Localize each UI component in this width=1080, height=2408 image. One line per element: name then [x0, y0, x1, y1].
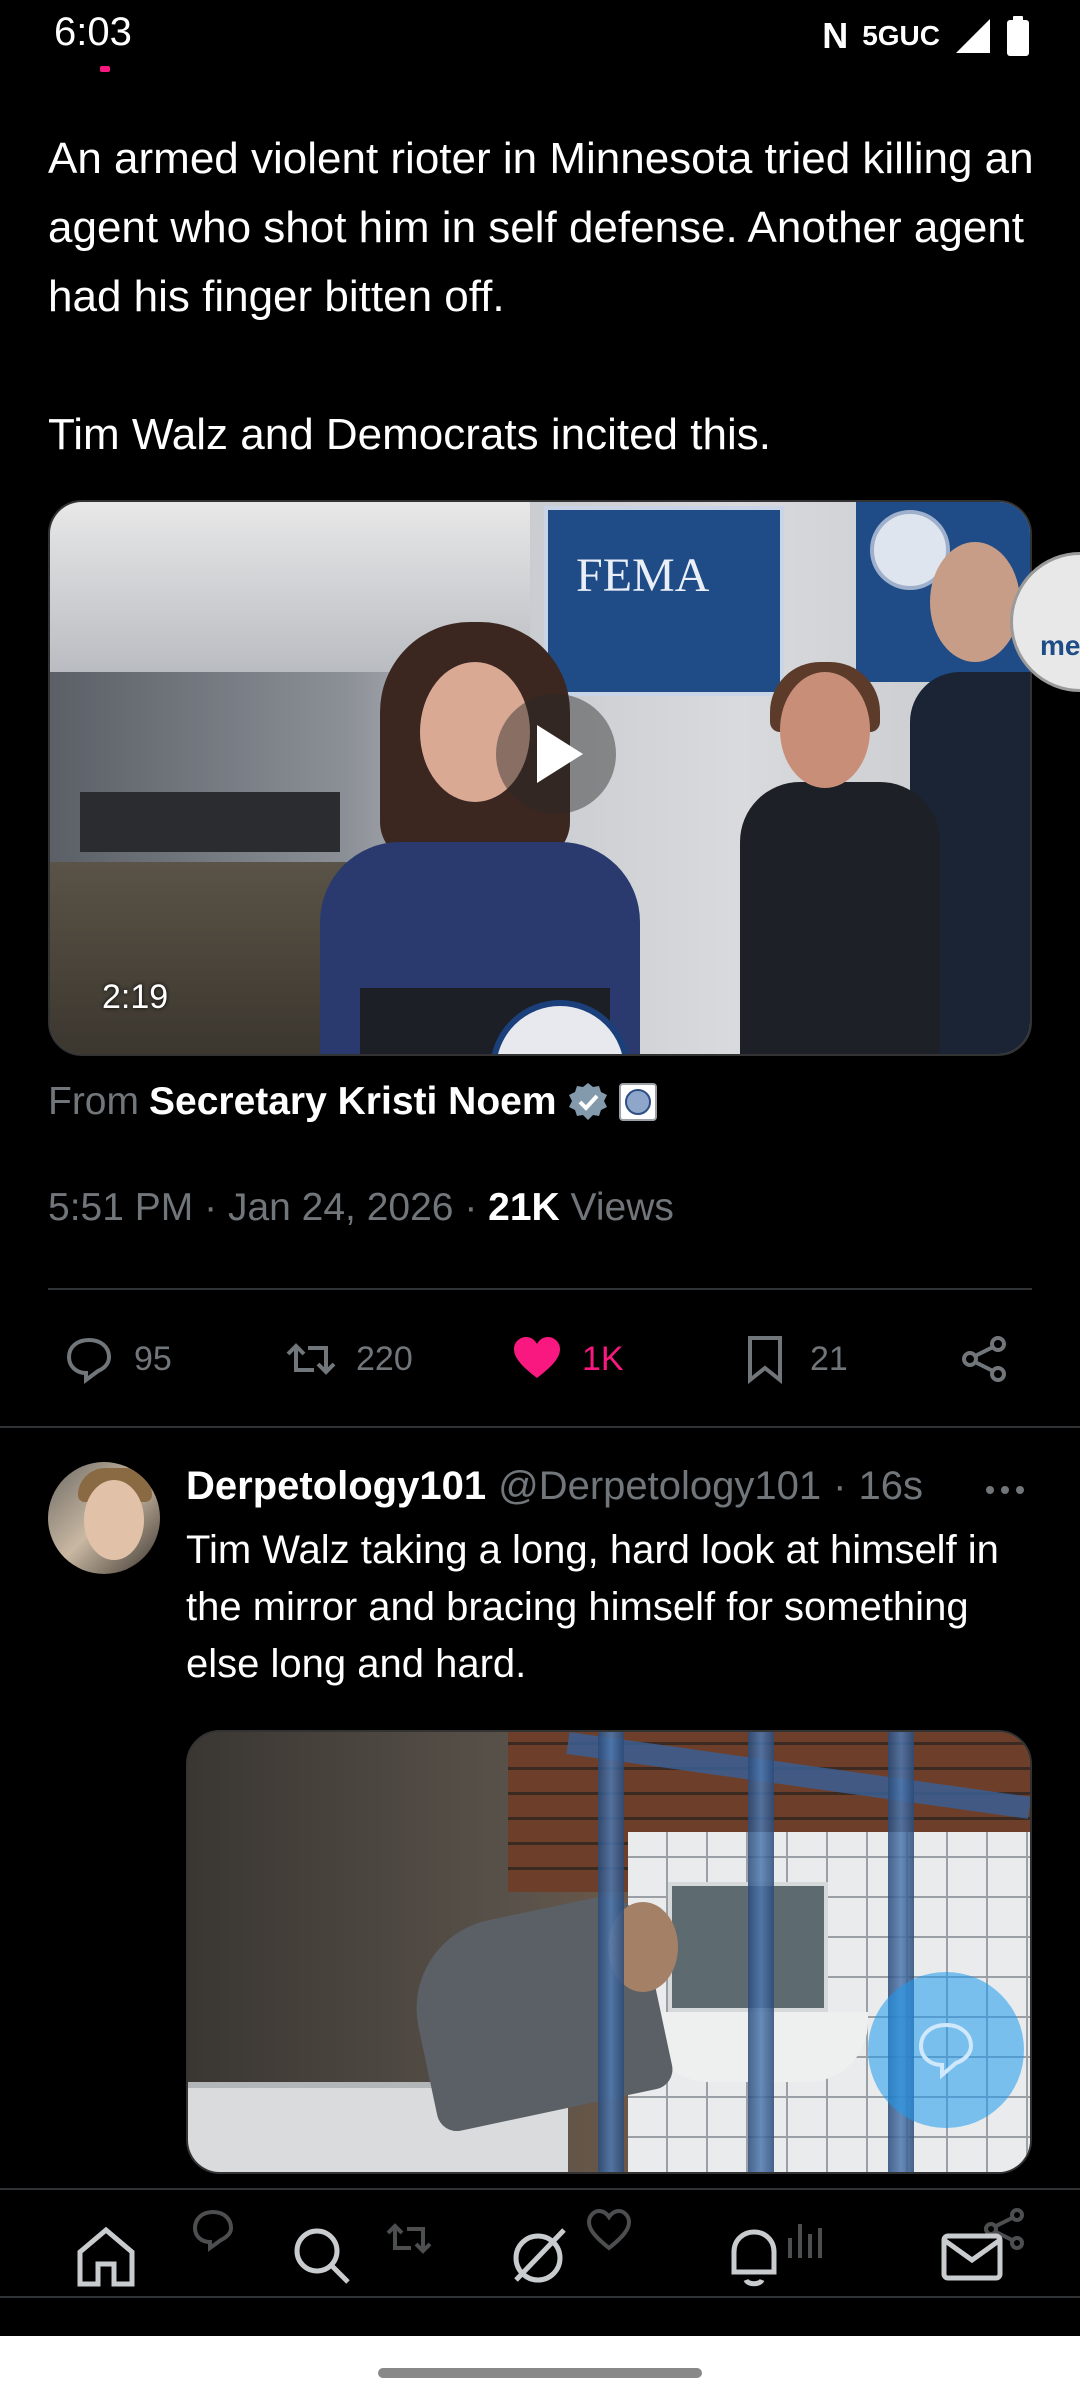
separator: ·: [204, 1186, 218, 1229]
floating-badge-text: me: [1040, 630, 1080, 661]
video-desk: [80, 792, 340, 852]
share-icon: [962, 1336, 1006, 1382]
signal-icon: [956, 19, 990, 53]
tweet-text: An armed violent rioter in Minnesota tri…: [48, 134, 1034, 459]
video-sign-text: FEMA: [576, 549, 710, 602]
repost-button[interactable]: 220: [284, 1318, 413, 1400]
repost-icon: [386, 2223, 432, 2254]
views-label: Views: [570, 1186, 674, 1229]
government-affiliation-icon: [618, 1083, 657, 1121]
reply-icon: [66, 1337, 112, 1384]
messages-icon[interactable]: [938, 2222, 1006, 2290]
source-account-link[interactable]: Secretary Kristi Noem: [149, 1080, 557, 1124]
views-count: 21K: [488, 1186, 560, 1229]
divider: [0, 2296, 1080, 2298]
heart-icon: [586, 2208, 632, 2251]
like-button[interactable]: 1K: [510, 1318, 624, 1400]
play-button[interactable]: [496, 694, 616, 814]
avatar[interactable]: [48, 1462, 160, 1574]
video-duration: 2:19: [102, 978, 169, 1016]
bookmark-icon: [748, 1336, 782, 1385]
divider: [48, 1288, 1032, 1290]
reply-author-handle[interactable]: @Derpetology101: [498, 1464, 821, 1509]
more-options-icon[interactable]: [980, 1470, 1030, 1510]
reply-button[interactable]: 95: [62, 1318, 172, 1400]
like-count: 1K: [582, 1339, 624, 1378]
reply-header: Derpetology101 @Derpetology101 · 16s: [186, 1464, 1036, 1509]
tweet-time: 5:51 PM: [48, 1186, 194, 1229]
reply-count: 95: [134, 1339, 172, 1378]
tweet-meta: 5:51 PM · Jan 24, 2026 · 21K Views: [48, 1186, 674, 1230]
status-icons: N 5GUC: [822, 14, 1030, 58]
reply-age: 16s: [858, 1464, 923, 1508]
play-icon: [537, 725, 583, 783]
status-time: 6:03: [54, 10, 132, 54]
tweet-actions: 95 220 1K 21: [48, 1318, 1032, 1400]
gesture-area: [0, 2336, 1080, 2408]
bookmark-count: 21: [810, 1339, 848, 1378]
network-label: 5GUC: [862, 20, 940, 51]
reply-text: Tim Walz taking a long, hard look at him…: [186, 1528, 999, 1686]
reply-author-name[interactable]: Derpetology101: [186, 1464, 486, 1509]
bottom-navigation: [0, 2190, 1080, 2300]
notifications-icon[interactable]: [720, 2222, 788, 2290]
video-attribution: From Secretary Kristi Noem: [48, 1080, 657, 1124]
reply-compose-icon: [918, 2022, 974, 2080]
gesture-handle[interactable]: [378, 2368, 702, 2378]
scrolled-content-remnant: [100, 66, 110, 72]
verified-badge-icon: [568, 1083, 607, 1120]
divider: [0, 1426, 1080, 1428]
battery-icon: [1007, 16, 1029, 56]
search-icon[interactable]: [288, 2222, 356, 2290]
status-bar: 6:03 N 5GUC: [0, 0, 1080, 70]
separator: ·: [833, 1464, 847, 1508]
bookmark-button[interactable]: 21: [738, 1318, 848, 1400]
tweet-date: Jan 24, 2026: [227, 1186, 454, 1229]
reply-icon: [192, 2209, 234, 2252]
separator: ·: [464, 1186, 478, 1229]
video-person: [740, 662, 940, 1054]
repost-count: 220: [356, 1339, 413, 1378]
home-icon[interactable]: [72, 2222, 140, 2290]
repost-icon: [286, 1343, 336, 1375]
share-button[interactable]: [958, 1318, 1012, 1400]
compose-button[interactable]: [868, 1972, 1024, 2128]
from-prefix: From: [48, 1080, 139, 1123]
grok-icon[interactable]: [506, 2222, 574, 2290]
heart-filled-icon: [514, 1337, 560, 1378]
nfc-icon: N: [822, 15, 849, 56]
tweet-video[interactable]: FEMA 2:19: [48, 500, 1032, 1056]
